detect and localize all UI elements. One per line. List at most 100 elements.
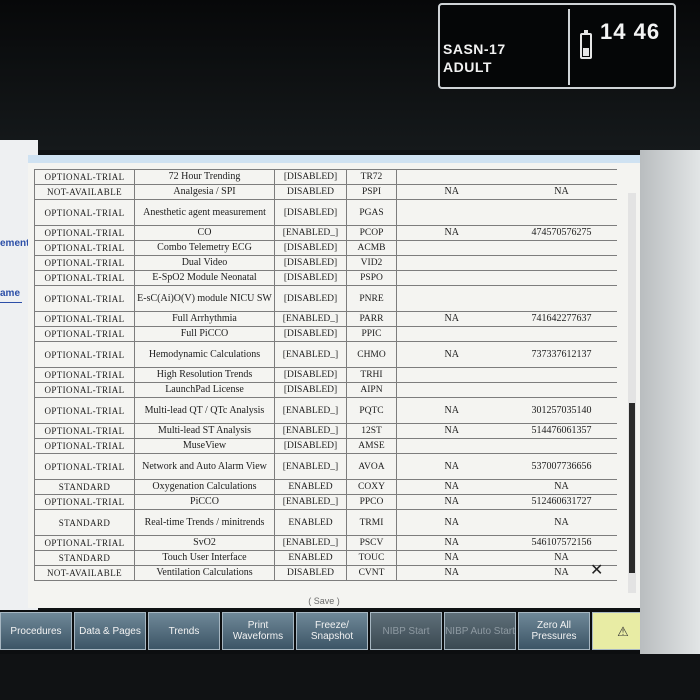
license-key-cell: 301257035140	[506, 397, 617, 424]
softkey-freeze-snapshot[interactable]: Freeze/ Snapshot	[296, 612, 368, 650]
softkey-nibp-auto-start[interactable]: NIBP Auto Start	[444, 612, 516, 650]
option-row: OPTIONAL-TRIAL E-sC(Ai)O(V) module NICU S…	[34, 285, 617, 312]
status-cell[interactable]: [DISABLED]	[274, 285, 347, 312]
status-cell[interactable]: [ENABLED_]	[274, 494, 347, 510]
mode-cell: OPTIONAL-TRIAL	[34, 367, 135, 383]
option-row: STANDARD Real-time Trends / minitrends ENA…	[34, 509, 617, 536]
softkey-nibp-start[interactable]: NIBP Start	[370, 612, 442, 650]
code-cell: PNRE	[346, 285, 397, 312]
option-row: OPTIONAL-TRIAL Network and Auto Alarm Vie…	[34, 453, 617, 480]
softkey-zero-all-pressures[interactable]: Zero All Pressures	[518, 612, 590, 650]
option-row: OPTIONAL-TRIAL Anesthetic agent measureme…	[34, 199, 617, 226]
license-key-cell: 737337612137	[506, 341, 617, 368]
status-cell[interactable]: [DISABLED]	[274, 169, 347, 185]
code-cell: AIPN	[346, 382, 397, 398]
status-cell[interactable]: DISABLED	[274, 184, 347, 200]
mode-cell: OPTIONAL-TRIAL	[34, 341, 135, 368]
feature-name-cell: Real-time Trends / minitrends	[134, 509, 275, 536]
license-key-cell	[506, 438, 617, 454]
na-cell: NA	[396, 341, 507, 368]
mode-cell: NOT-AVAILABLE	[34, 565, 135, 581]
table-scrollbar[interactable]	[628, 193, 636, 593]
na-cell: NA	[396, 311, 507, 327]
code-cell: CVNT	[346, 565, 397, 581]
status-cell[interactable]: [DISABLED]	[274, 240, 347, 256]
option-row: OPTIONAL-TRIAL PiCCO [ENABLED_] PPCO NA 51246…	[34, 494, 617, 510]
code-cell: CHMO	[346, 341, 397, 368]
license-key-cell: NA	[506, 184, 617, 200]
mode-cell: OPTIONAL-TRIAL	[34, 326, 135, 342]
status-cell[interactable]: ENABLED	[274, 550, 347, 566]
status-cell[interactable]: [ENABLED_]	[274, 423, 347, 439]
feature-name-cell: Network and Auto Alarm View	[134, 453, 275, 480]
side-menu-item-2[interactable]: ame	[0, 288, 20, 299]
option-row: OPTIONAL-TRIAL Full PiCCO [DISABLED] PPIC	[34, 326, 617, 342]
code-cell: VID2	[346, 255, 397, 271]
feature-name-cell: E-sC(Ai)O(V) module NICU SW	[134, 285, 275, 312]
code-cell: TRMI	[346, 509, 397, 536]
feature-name-cell: Oxygenation Calculations	[134, 479, 275, 495]
softkey-procedures[interactable]: Procedures	[0, 612, 72, 650]
status-cell[interactable]: [DISABLED]	[274, 255, 347, 271]
status-cell[interactable]: [ENABLED_]	[274, 397, 347, 424]
status-cell[interactable]: [DISABLED]	[274, 367, 347, 383]
code-cell: PSPO	[346, 270, 397, 286]
status-cell[interactable]: ENABLED	[274, 479, 347, 495]
option-row: OPTIONAL-TRIAL 72 Hour Trending [DISABLED]…	[34, 169, 617, 185]
softkey-print-waveforms[interactable]: Print Waveforms	[222, 612, 294, 650]
mode-cell: OPTIONAL-TRIAL	[34, 438, 135, 454]
status-cell[interactable]: [DISABLED]	[274, 270, 347, 286]
license-key-cell	[506, 169, 617, 185]
na-cell: NA	[396, 550, 507, 566]
side-menu-item-1[interactable]: ement	[0, 238, 29, 249]
mode-cell: OPTIONAL-TRIAL	[34, 311, 135, 327]
softkey-bar: Procedures Data & Pages Trends Print Wavefo…	[0, 610, 654, 654]
mode-cell: NOT-AVAILABLE	[34, 184, 135, 200]
feature-name-cell: Multi-lead ST Analysis	[134, 423, 275, 439]
status-cell[interactable]: [DISABLED]	[274, 438, 347, 454]
status-cell[interactable]: [DISABLED]	[274, 326, 347, 342]
softkey-data-pages[interactable]: Data & Pages	[74, 612, 146, 650]
code-cell: TOUC	[346, 550, 397, 566]
status-cell[interactable]: ENABLED	[274, 509, 347, 536]
na-cell	[396, 285, 507, 312]
close-icon[interactable]: ✕	[590, 560, 603, 580]
na-cell: NA	[396, 494, 507, 510]
option-row: STANDARD Touch User Interface ENABLED TOUC N…	[34, 550, 617, 566]
scrollbar-thumb[interactable]	[629, 403, 635, 573]
mode-cell: OPTIONAL-TRIAL	[34, 397, 135, 424]
status-cell[interactable]: [DISABLED]	[274, 382, 347, 398]
option-row: OPTIONAL-TRIAL Hemodynamic Calculations [E…	[34, 341, 617, 368]
feature-name-cell: SvO2	[134, 535, 275, 551]
na-cell	[396, 367, 507, 383]
mode-cell: OPTIONAL-TRIAL	[34, 453, 135, 480]
option-row: STANDARD Oxygenation Calculations ENABLED C…	[34, 479, 617, 495]
status-cell[interactable]: [ENABLED_]	[274, 453, 347, 480]
na-cell: NA	[396, 509, 507, 536]
save-button[interactable]: ( Save )	[294, 593, 354, 609]
status-cell[interactable]: [ENABLED_]	[274, 311, 347, 327]
mode-cell: STANDARD	[34, 479, 135, 495]
patient-category: ADULT	[443, 59, 492, 75]
status-cell[interactable]: [ENABLED_]	[274, 341, 347, 368]
na-cell	[396, 382, 507, 398]
status-cell[interactable]: [ENABLED_]	[274, 225, 347, 241]
feature-name-cell: Full Arrhythmia	[134, 311, 275, 327]
na-cell	[396, 169, 507, 185]
feature-name-cell: MuseView	[134, 438, 275, 454]
na-cell: NA	[396, 423, 507, 439]
mode-cell: OPTIONAL-TRIAL	[34, 494, 135, 510]
feature-name-cell: Ventilation Calculations	[134, 565, 275, 581]
license-key-cell: 741642277637	[506, 311, 617, 327]
option-row: OPTIONAL-TRIAL CO [ENABLED_] PCOP NA 47457057…	[34, 225, 617, 241]
status-cell[interactable]: [DISABLED]	[274, 199, 347, 226]
license-key-cell	[506, 270, 617, 286]
option-row: OPTIONAL-TRIAL Dual Video [DISABLED] VID2	[34, 255, 617, 271]
license-key-cell: 474570576275	[506, 225, 617, 241]
mode-cell: OPTIONAL-TRIAL	[34, 285, 135, 312]
mode-cell: OPTIONAL-TRIAL	[34, 270, 135, 286]
softkey-trends[interactable]: Trends	[148, 612, 220, 650]
status-cell[interactable]: [ENABLED_]	[274, 535, 347, 551]
option-row: OPTIONAL-TRIAL SvO2 [ENABLED_] PSCV NA 546107…	[34, 535, 617, 551]
status-cell[interactable]: DISABLED	[274, 565, 347, 581]
